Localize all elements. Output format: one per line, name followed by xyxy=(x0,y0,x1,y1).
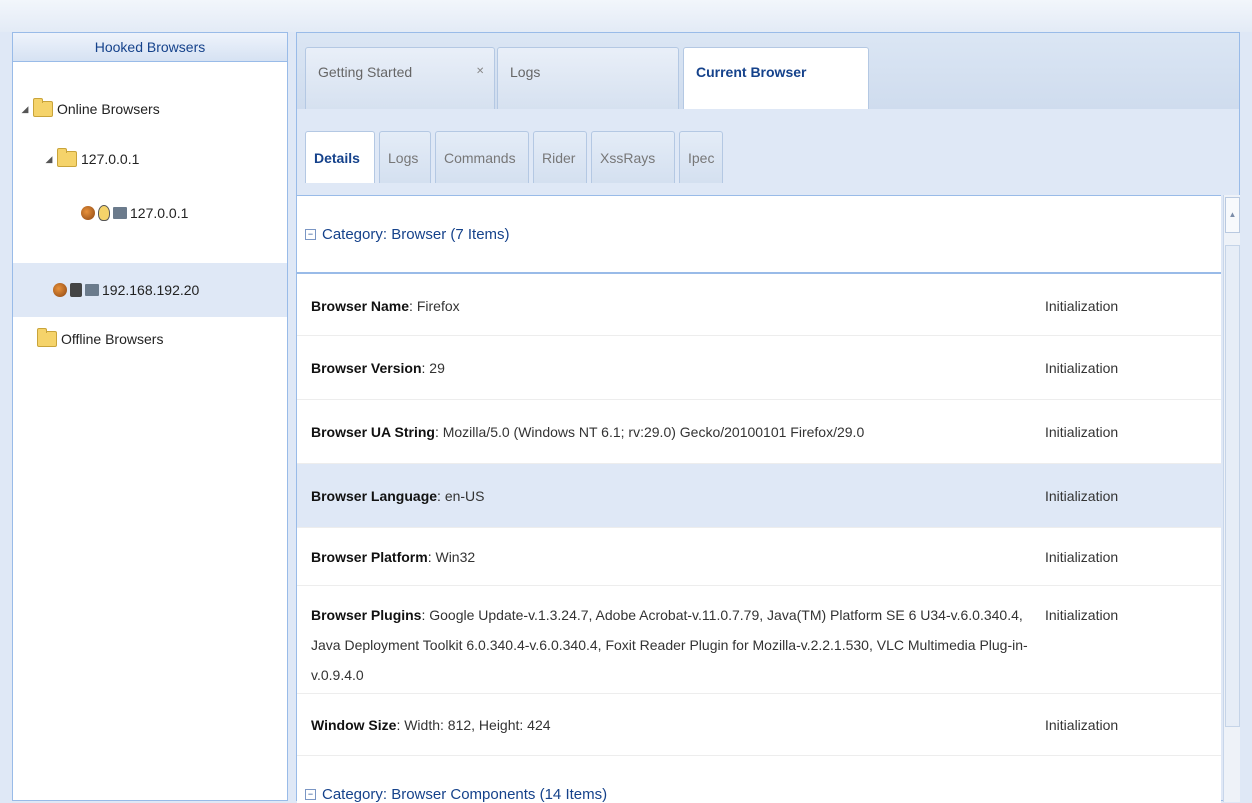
row-value: en-US xyxy=(444,488,485,504)
row-key: Browser Name xyxy=(311,298,410,314)
row-value: Win32 xyxy=(435,549,476,565)
group-divider xyxy=(297,272,1221,274)
row-key: Browser Language xyxy=(311,488,438,504)
row-source: Initialization xyxy=(1045,549,1119,565)
row-text: Browser Language: en-US xyxy=(311,488,485,504)
row-key: Window Size xyxy=(311,717,397,733)
tree-browser-192[interactable]: 192.168.192.20 xyxy=(13,263,287,317)
row-source: Initialization xyxy=(1045,488,1119,504)
tree-browser1-label: 127.0.0.1 xyxy=(130,205,189,221)
subtab-logs[interactable]: Logs xyxy=(379,131,431,183)
tree-online-label: Online Browsers xyxy=(57,101,160,117)
computer-icon xyxy=(85,284,99,296)
group-header-browser[interactable]: − Category: Browser (7 Items) xyxy=(305,226,510,243)
subtab-commands[interactable]: Commands xyxy=(435,131,529,183)
row-key: Browser Plugins xyxy=(311,607,422,623)
folder-icon xyxy=(33,98,53,117)
vertical-scrollbar[interactable]: ▲ xyxy=(1223,195,1240,802)
row-value: Mozilla/5.0 (Windows NT 6.1; rv:29.0) Ge… xyxy=(442,424,865,440)
row-text: Browser Platform: Win32 xyxy=(311,549,476,565)
group-header-components[interactable]: − Category: Browser Components (14 Items… xyxy=(305,786,607,803)
row-text: Browser Version: 29 xyxy=(311,360,445,376)
row-text: Browser Plugins: Google Update-v.1.3.24.… xyxy=(311,607,1028,683)
folder-icon xyxy=(57,148,77,167)
folder-icon xyxy=(37,328,57,347)
scroll-up-icon[interactable]: ▲ xyxy=(1225,197,1240,233)
row-text: Window Size: Width: 812, Height: 424 xyxy=(311,717,551,733)
table-row[interactable]: Browser UA String: Mozilla/5.0 (Windows … xyxy=(297,400,1221,464)
close-icon[interactable]: ✕ xyxy=(476,48,484,96)
row-value: Width: 812, Height: 424 xyxy=(404,717,551,733)
collapse-arrow-icon[interactable]: ◢ xyxy=(19,89,31,129)
tree-offline-label: Offline Browsers xyxy=(61,331,164,347)
subtab-details[interactable]: Details xyxy=(305,131,375,183)
tab-current-browser[interactable]: Current Browser xyxy=(683,47,869,109)
tab-getting-started-label: Getting Started xyxy=(318,64,413,80)
row-key: Browser Version xyxy=(311,360,422,376)
top-strip xyxy=(0,0,1252,32)
subtab-xssrays[interactable]: XssRays xyxy=(591,131,675,183)
row-value: Firefox xyxy=(416,298,460,314)
tree-browser-127[interactable]: 127.0.0.1 xyxy=(81,193,188,233)
row-text: Browser UA String: Mozilla/5.0 (Windows … xyxy=(311,424,865,440)
details-grid: − Category: Browser (7 Items) Browser Na… xyxy=(297,195,1221,803)
tree-offline-browsers[interactable]: Offline Browsers xyxy=(37,319,163,359)
table-row[interactable]: Browser Name: Firefox Initialization xyxy=(297,276,1221,336)
collapse-icon[interactable]: − xyxy=(305,229,316,240)
collapse-icon[interactable]: − xyxy=(305,789,316,800)
scroll-thumb[interactable] xyxy=(1225,245,1240,727)
row-key: Browser UA String xyxy=(311,424,435,440)
hooked-browsers-title: Hooked Browsers xyxy=(13,33,287,62)
row-source: Initialization xyxy=(1045,424,1119,440)
collapse-arrow-icon[interactable]: ◢ xyxy=(43,139,55,179)
subtab-ipec[interactable]: Ipec xyxy=(679,131,723,183)
tab-getting-started[interactable]: Getting Started ✕ xyxy=(305,47,495,109)
table-row[interactable]: Browser Version: 29 Initialization xyxy=(297,336,1221,400)
subtab-rider[interactable]: Rider xyxy=(533,131,587,183)
table-row[interactable]: Browser Platform: Win32 Initialization xyxy=(297,528,1221,586)
tree-online-browsers[interactable]: ◢ Online Browsers xyxy=(19,89,160,129)
group-header-label: Category: Browser (7 Items) xyxy=(322,226,510,243)
computer-icon xyxy=(113,207,127,219)
row-source: Initialization xyxy=(1045,607,1119,623)
row-source: Initialization xyxy=(1045,360,1119,376)
firefox-icon xyxy=(81,206,95,220)
main-tab-bar: Getting Started ✕ Logs Current Browser xyxy=(297,33,1239,109)
row-key: Browser Platform xyxy=(311,549,428,565)
tree-host-127[interactable]: ◢ 127.0.0.1 xyxy=(43,139,139,179)
row-source: Initialization xyxy=(1045,717,1119,733)
tab-logs-label: Logs xyxy=(510,64,541,80)
row-value: 29 xyxy=(429,360,445,376)
group2-header-label: Category: Browser Components (14 Items) xyxy=(322,786,608,803)
tab-current-browser-label: Current Browser xyxy=(696,64,807,80)
linux-icon xyxy=(98,205,110,221)
table-row[interactable]: Browser Language: en-US Initialization xyxy=(297,464,1221,528)
tree-host-label: 127.0.0.1 xyxy=(81,151,140,167)
windows-icon xyxy=(70,283,82,297)
tree-browser2-label: 192.168.192.20 xyxy=(102,282,200,298)
row-text: Browser Name: Firefox xyxy=(311,298,460,314)
firefox-icon xyxy=(53,283,67,297)
app-frame: Hooked Browsers ◢ Online Browsers ◢ 127.… xyxy=(0,0,1252,803)
main-panel: Getting Started ✕ Logs Current Browser D… xyxy=(296,32,1240,803)
hooked-browsers-panel: Hooked Browsers ◢ Online Browsers ◢ 127.… xyxy=(12,32,288,801)
table-row[interactable]: Window Size: Width: 812, Height: 424 Ini… xyxy=(297,694,1221,756)
row-source: Initialization xyxy=(1045,298,1119,314)
tab-logs[interactable]: Logs xyxy=(497,47,679,109)
table-row[interactable]: Browser Plugins: Google Update-v.1.3.24.… xyxy=(297,586,1221,694)
